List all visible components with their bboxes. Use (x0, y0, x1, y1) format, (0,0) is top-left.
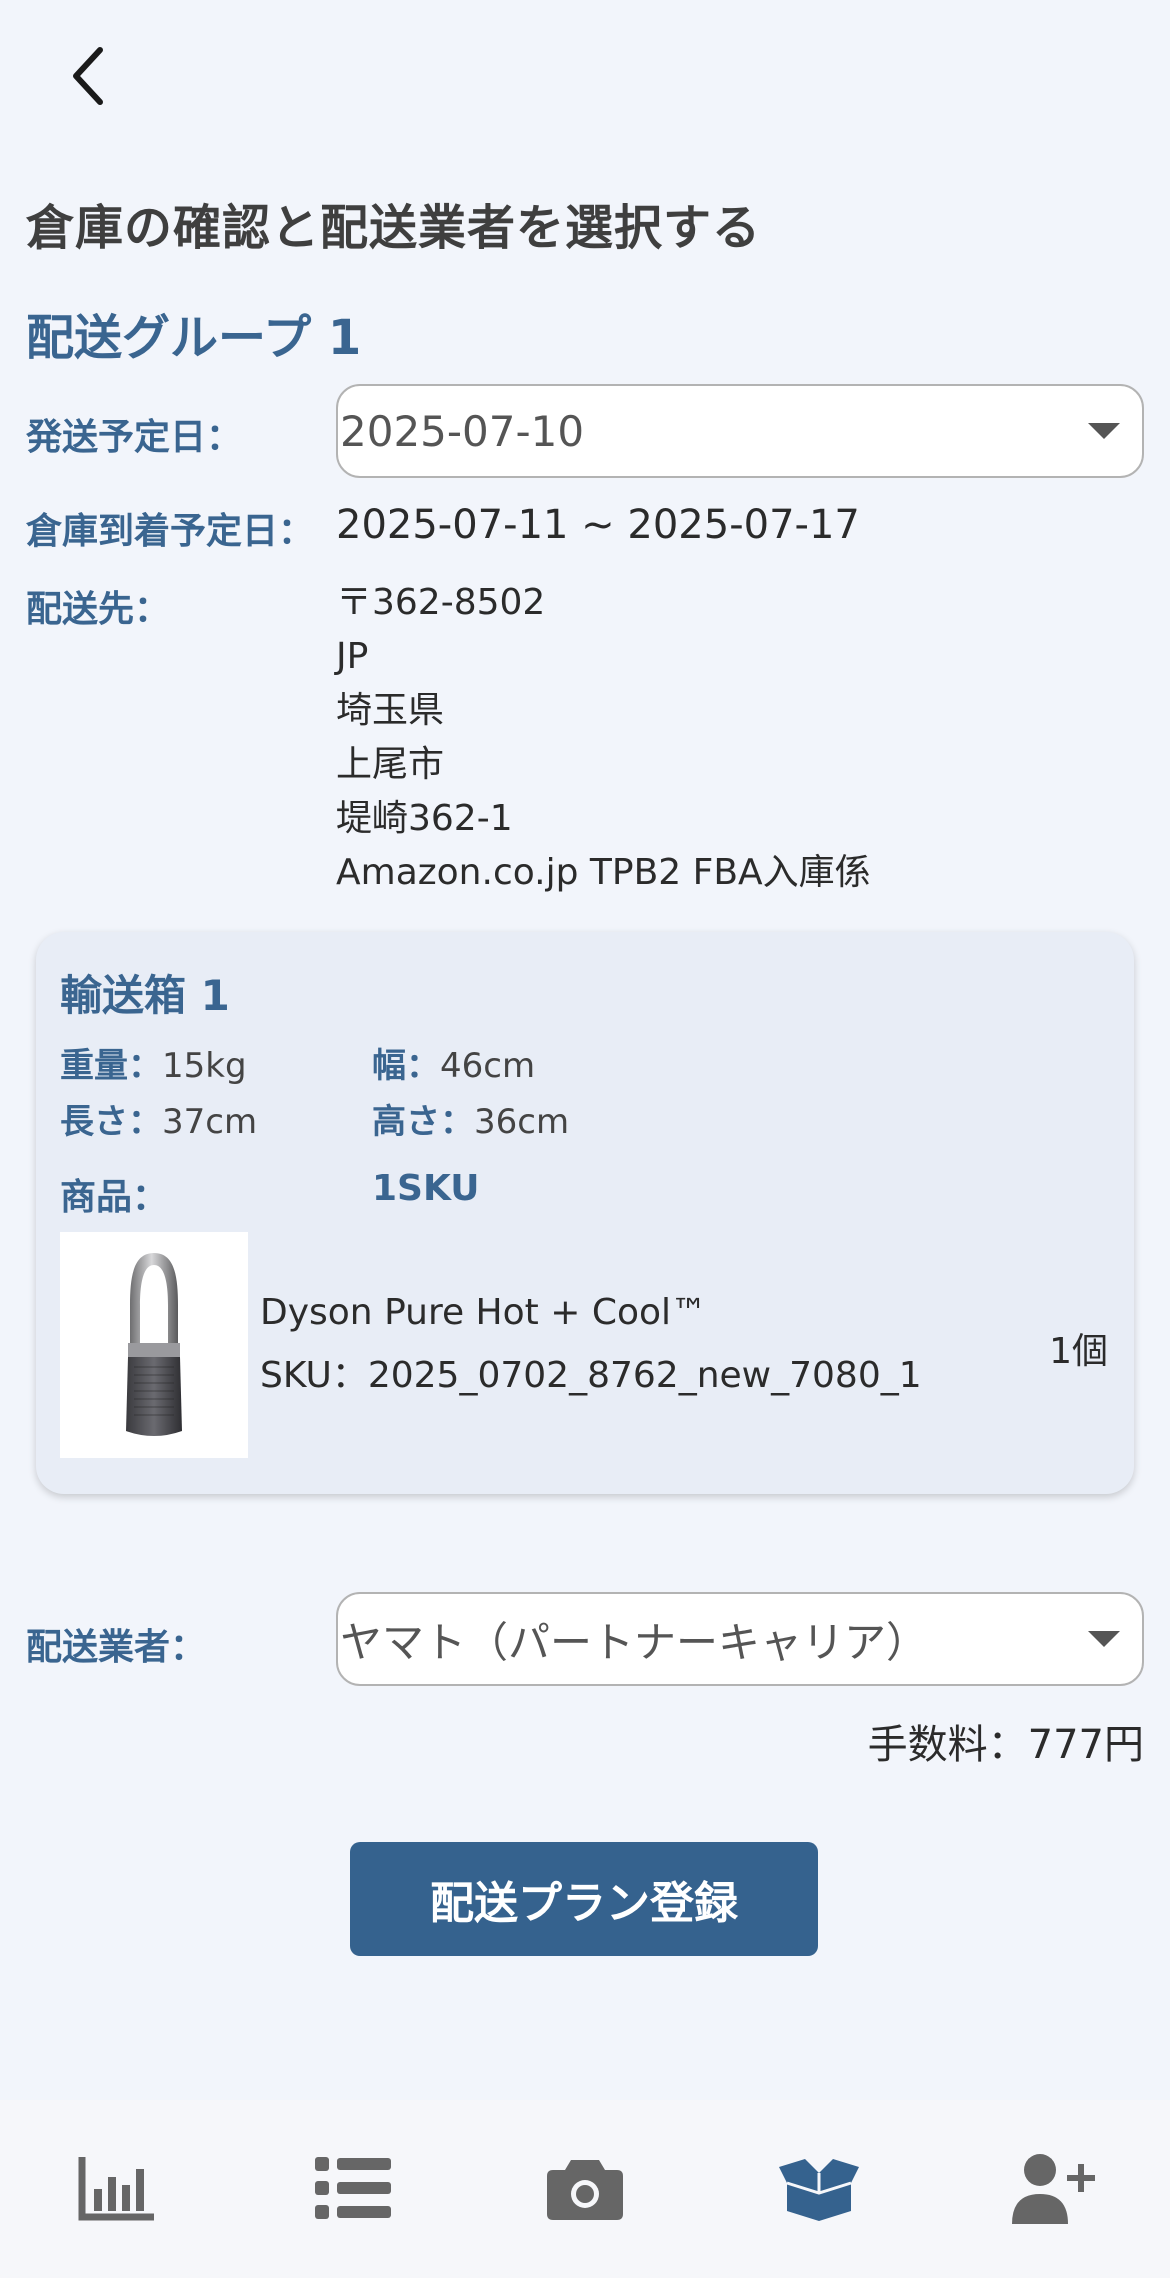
camera-icon (547, 2160, 623, 2220)
carrier-value: ヤマト（パートナーキャリア） (340, 1617, 929, 1667)
address-line: 上尾市 (336, 744, 445, 785)
height-value: 36cm (474, 1102, 570, 1142)
carrier-select[interactable]: ヤマト（パートナーキャリア） (336, 1592, 1144, 1686)
box-icon (779, 2159, 859, 2221)
chart-icon (78, 2157, 154, 2221)
register-shipping-plan-button[interactable]: 配送プラン登録 (350, 1842, 818, 1956)
height-label: 高さ： (372, 1102, 474, 1142)
length-spec: 長さ：37cm (60, 1094, 257, 1143)
width-spec: 幅：46cm (372, 1038, 535, 1087)
sku-count: 1SKU (372, 1168, 480, 1209)
weight-spec: 重量：15kg (60, 1038, 247, 1087)
screen: 倉庫の確認と配送業者を選択する 配送グループ 1 発送予定日： 2025-07-… (0, 0, 1170, 2278)
width-value: 46cm (440, 1046, 536, 1086)
fan-heater-icon (126, 1253, 182, 1436)
caret-down-icon (1088, 423, 1120, 439)
list-icon (315, 2157, 391, 2219)
nav-item-add-user[interactable] (1008, 2148, 1098, 2228)
address-line: 埼玉県 (336, 690, 445, 731)
page-title: 倉庫の確認と配送業者を選択する (26, 200, 762, 256)
destination-address: 〒362-8502 JP 埼玉県 上尾市 堤崎362-1 Amazon.co.j… (336, 576, 871, 900)
chevron-left-icon (73, 47, 103, 105)
shipping-group-title: 配送グループ 1 (26, 310, 362, 366)
product-sku: SKU：2025_0702_8762_new_7080_1 (260, 1355, 922, 1396)
fee-text: 手数料：777円 (867, 1722, 1144, 1768)
add-user-icon (1012, 2154, 1095, 2224)
arrival-date-value: 2025-07-11 ~ 2025-07-17 (336, 502, 860, 548)
ship-date-select[interactable]: 2025-07-10 (336, 384, 1144, 478)
ship-date-value: 2025-07-10 (340, 406, 585, 456)
carrier-label: 配送業者： (26, 1627, 207, 1668)
weight-value: 15kg (162, 1046, 247, 1086)
length-value: 37cm (162, 1102, 258, 1142)
product-image (60, 1232, 248, 1458)
nav-item-list[interactable] (308, 2148, 398, 2228)
goods-label: 商品： (60, 1177, 169, 1218)
address-line: 堤崎362-1 (336, 798, 513, 839)
width-label: 幅： (372, 1046, 440, 1086)
length-label: 長さ： (60, 1102, 162, 1142)
caret-down-icon (1088, 1631, 1120, 1647)
height-spec: 高さ：36cm (372, 1094, 569, 1143)
destination-label: 配送先： (26, 589, 171, 630)
ship-date-label: 発送予定日： (26, 417, 243, 458)
bottom-nav (0, 2100, 1170, 2278)
address-line: 〒362-8502 (336, 582, 546, 623)
product-quantity: 1個 (1049, 1331, 1108, 1372)
nav-item-camera[interactable] (540, 2148, 630, 2228)
address-line: Amazon.co.jp TPB2 FBA入庫係 (336, 852, 871, 893)
product-name: Dyson Pure Hot + Cool™ (260, 1292, 708, 1333)
address-line: JP (336, 636, 369, 677)
arrival-date-label: 倉庫到着予定日： (26, 511, 315, 552)
nav-item-chart[interactable] (72, 2148, 162, 2228)
weight-label: 重量： (60, 1046, 162, 1086)
shipping-box-card: 輸送箱 1 重量：15kg 幅：46cm 長さ：37cm 高さ：36cm 商品：… (36, 932, 1134, 1494)
box-title: 輸送箱 1 (60, 971, 230, 1020)
back-button[interactable] (58, 40, 118, 112)
nav-item-box[interactable] (774, 2148, 864, 2228)
